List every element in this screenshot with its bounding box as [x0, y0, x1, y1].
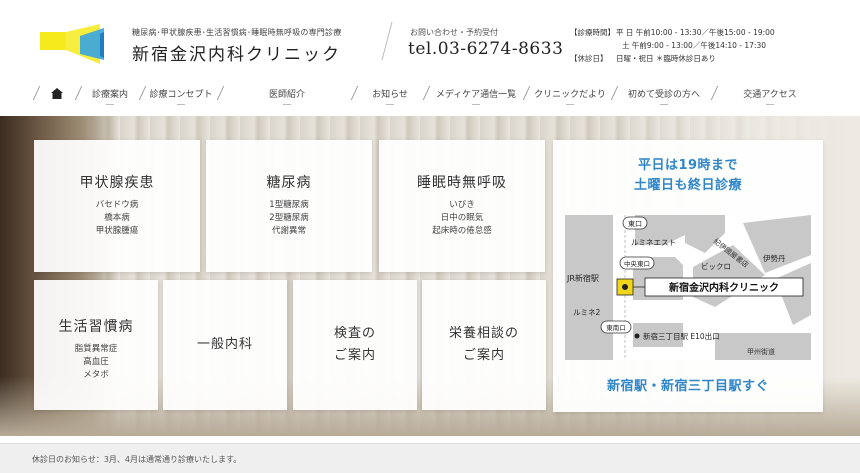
card-title-line: 検査の: [333, 326, 376, 341]
nav-underline: [766, 102, 774, 105]
notice-text[interactable]: 休診日のお知らせ：3月、4月は通常通り診療いたします。: [32, 454, 241, 465]
nav-underline: [177, 102, 185, 105]
card-item: 起床時の倦怠感: [432, 226, 492, 236]
nav-underline: [566, 102, 574, 105]
nav-clinic-letter[interactable]: クリニックだより: [526, 80, 614, 106]
nav-underline: [660, 102, 668, 105]
nav-concept[interactable]: 診療コンセプト: [142, 80, 220, 106]
hours-weekday-days: 平 日: [616, 28, 634, 37]
card-examination[interactable]: 検査の ご案内: [293, 280, 417, 410]
card-item: バセドウ病: [95, 200, 139, 210]
map-label-southeast: 東南口: [606, 323, 626, 332]
exit-dot-icon: [634, 333, 640, 339]
card-item: メタボ: [83, 370, 109, 380]
card-item: 橋本病: [104, 213, 130, 223]
clinic-name[interactable]: 新宿金沢内科クリニック: [132, 40, 341, 65]
hours-label: 【診療時間】: [570, 28, 615, 37]
card-general-medicine[interactable]: 一般内科: [163, 280, 287, 410]
nav-medicare-news[interactable]: メディケア通信一覧: [426, 80, 526, 106]
notice-bar: 休診日のお知らせ：3月、4月は通常通り診療いたします。: [0, 443, 860, 473]
home-icon: [51, 87, 63, 99]
map-label-bicqlo: ビックロ: [701, 262, 731, 271]
card-diabetes[interactable]: 糖尿病 1型糖尿病 2型糖尿病 代謝異常: [206, 140, 372, 272]
clinic-hours: 【診療時間】 平 日 午前10:00 - 13:30／午後15:00 - 19:…: [570, 26, 775, 65]
card-title: 生活習慣病: [58, 319, 134, 335]
map-label-koshu: 甲州街道: [747, 347, 775, 356]
nav-label: メディケア通信一覧: [435, 89, 517, 100]
nav-first-visit[interactable]: 初めて受診の方へ: [614, 80, 714, 106]
map-footer: 新宿駅・新宿三丁目駅すぐ: [606, 379, 769, 394]
nav-label: 初めて受診の方へ: [627, 89, 700, 100]
clinic-logo[interactable]: [40, 24, 130, 64]
clinic-subtitle: 糖尿病･甲状腺疾患･生活習慣病･睡眠時無呼吸の専門診療: [132, 28, 342, 37]
card-lifestyle-disease[interactable]: 生活習慣病 脂質異常症 高血圧 メタボ: [34, 280, 158, 410]
contact-label: お問い合わせ・予約受付: [410, 28, 498, 37]
card-item: 2型糖尿病: [269, 213, 309, 223]
nav-news[interactable]: お知らせ: [354, 80, 426, 106]
map-label-sanchome: 新宿三丁目駅 E10出口: [643, 331, 720, 341]
nav-label: お知らせ: [372, 89, 408, 100]
nav-doctor[interactable]: 医師紹介: [220, 80, 354, 106]
nav-underline: [106, 102, 114, 105]
phone-number-link[interactable]: tel.03-6274-8633: [408, 39, 563, 59]
card-title: 糖尿病: [266, 175, 312, 191]
card-item: 甲状腺腫瘍: [95, 226, 139, 236]
nav-label: 医師紹介: [268, 89, 305, 100]
hours-weekday: 午前10:00 - 13:30／午後15:00 - 19:00: [635, 28, 775, 37]
closed-label: 【休診日】: [570, 54, 608, 63]
divider-slash: [381, 22, 393, 60]
card-title-line: ご案内: [462, 348, 505, 363]
nav-access[interactable]: 交通アクセス: [714, 80, 826, 106]
map-label-lumine-est: ルミネエスト: [631, 238, 676, 247]
map-headline: 平日は19時まで: [637, 158, 739, 173]
card-title: 一般内科: [196, 337, 253, 352]
closed-days: 日曜・祝日 ＊臨時休診日あり: [616, 54, 716, 63]
nav-label: 交通アクセス: [743, 89, 797, 100]
map-label-central-east: 中央東口: [624, 259, 650, 268]
card-item: 1型糖尿病: [269, 200, 309, 210]
nav-underline: [472, 102, 480, 105]
card-nutrition[interactable]: 栄養相談の ご案内: [422, 280, 546, 410]
nav-underline: [283, 102, 291, 105]
nav-label: 診療コンセプト: [149, 89, 213, 100]
global-nav: 診療案内 診療コンセプト 医師紹介 お知らせ メディケア通信一覧 クリニックだよ…: [36, 80, 826, 106]
card-title-line: ご案内: [333, 348, 376, 363]
map-label-lumine2: ルミネ2: [573, 308, 600, 317]
nav-label: クリニックだより: [534, 89, 606, 100]
map-label-jr-shinjuku: JR新宿駅: [566, 273, 599, 283]
card-thyroid[interactable]: 甲状腺疾患 バセドウ病 橋本病 甲状腺腫瘍: [34, 140, 200, 272]
card-item: 日中の眠気: [440, 213, 484, 223]
nav-label: 診療案内: [91, 89, 128, 100]
nav-home[interactable]: [36, 80, 78, 106]
map-label-east-exit: 東口: [628, 219, 642, 228]
card-item: 代謝異常: [271, 226, 306, 236]
card-item: いびき: [449, 200, 475, 210]
map-label-isetan: 伊勢丹: [763, 253, 786, 263]
clinic-pin-icon: [622, 284, 628, 290]
map-label-clinic: 新宿金沢内科クリニック: [669, 281, 779, 294]
card-title: 睡眠時無呼吸: [417, 175, 507, 191]
nav-medical-guide[interactable]: 診療案内: [78, 80, 142, 106]
site-header: 糖尿病･甲状腺疾患･生活習慣病･睡眠時無呼吸の専門診療 新宿金沢内科クリニック …: [0, 0, 860, 78]
map-headline: 土曜日も終日診療: [633, 178, 742, 193]
access-map[interactable]: 東口 ルミネエスト 紀伊國屋書店 ビックロ 伊勢丹 中央東口 JR新宿駅 ルミネ…: [565, 215, 811, 360]
access-map-card[interactable]: 平日は19時まで 土曜日も終日診療 東口 ルミネエスト 紀伊國屋書店 ビックロ …: [553, 140, 823, 412]
card-title: 甲状腺疾患: [79, 175, 155, 191]
card-item: 脂質異常症: [74, 344, 118, 354]
card-title-line: 栄養相談の: [448, 326, 519, 341]
card-item: 高血圧: [83, 357, 109, 367]
hours-saturday: 土 午前9:00 - 13:00／午後14:10 - 17:30: [622, 41, 767, 50]
nav-underline: [386, 102, 394, 105]
card-sleep-apnea[interactable]: 睡眠時無呼吸 いびき 日中の眠気 起床時の倦怠感: [379, 140, 545, 272]
